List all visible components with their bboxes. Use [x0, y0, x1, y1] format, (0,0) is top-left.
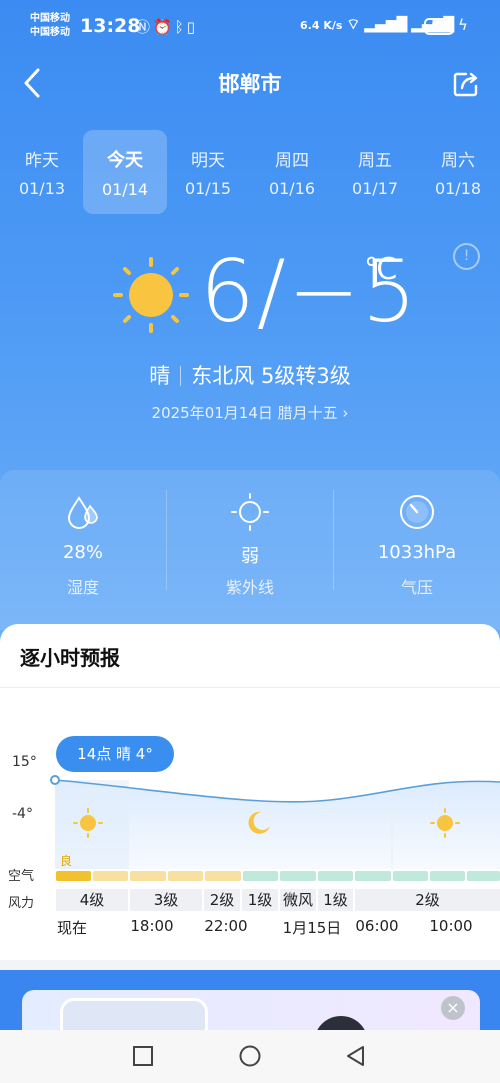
day-date: 01/14 — [101, 180, 149, 199]
pressure-label: 气压 — [400, 578, 433, 597]
tab-day-thu[interactable]: 周四 01/16 — [250, 130, 334, 214]
tab-day-tomorrow[interactable]: 明天 01/15 — [166, 130, 250, 214]
air-quality-label: 良 — [60, 854, 73, 868]
bluetooth-icon: ᛒ — [174, 18, 187, 36]
uv-icon — [231, 493, 269, 531]
day-date: 01/13 — [18, 179, 66, 198]
weather-text: 晴 — [149, 364, 171, 388]
day-date: 01/18 — [434, 179, 482, 198]
uv-label: 紫外线 — [225, 578, 274, 597]
system-navigation-bar — [0, 1030, 500, 1083]
day-name: 昨天 — [25, 151, 59, 171]
tab-day-fri[interactable]: 周五 01/17 — [333, 130, 417, 214]
info-icon[interactable]: ! — [453, 243, 480, 270]
air-quality-bar — [430, 871, 465, 881]
pressure-value: 1033hPa — [377, 542, 457, 563]
metric-humidity: 28% 湿度 — [0, 470, 166, 610]
net-speed: 6.4 K/s — [300, 19, 343, 32]
home-icon[interactable] — [238, 1044, 262, 1068]
time-label: 现在 — [56, 919, 87, 937]
wind-level-segment: 3级 — [130, 889, 204, 911]
card-title: 逐小时预报 — [20, 646, 120, 670]
air-quality-bar — [243, 871, 278, 881]
carrier-2: 中国移动 — [30, 27, 70, 38]
air-quality-bar — [355, 871, 391, 881]
wind-level-segment: 微风 — [280, 889, 318, 911]
wifi-icon: ⌔ — [346, 15, 361, 33]
back-nav-icon[interactable] — [344, 1044, 368, 1068]
vibrate-icon: ▯ — [186, 18, 198, 36]
sun-icon — [113, 257, 189, 333]
tab-day-yesterday[interactable]: 昨天 01/13 — [0, 130, 84, 214]
signal-icon: ▂▄▆█ — [364, 17, 408, 33]
carrier-1: 中国移动 — [30, 13, 70, 24]
hourly-forecast-card: 逐小时预报 15° -4° 14点 晴 4° 空气 风力 良 4级 3级 2级 … — [0, 624, 500, 960]
current-condition: 晴东北风 5级转3级 — [0, 360, 500, 390]
wind-level-segment: 2级 — [355, 889, 500, 911]
status-time: 13:28 — [80, 15, 141, 37]
air-quality-bar — [130, 871, 166, 881]
tab-day-sat[interactable]: 周六 01/18 — [416, 130, 500, 214]
wind-text: 东北风 5级转3级 — [191, 364, 351, 388]
tab-day-today[interactable]: 今天 01/14 — [83, 130, 167, 214]
air-quality-bar — [467, 871, 500, 881]
time-label: 22:00 — [204, 917, 248, 935]
divider — [0, 687, 500, 688]
section-gap — [0, 960, 500, 970]
temperature-unit: ℃ — [364, 252, 398, 287]
battery-level: 26 — [431, 20, 447, 33]
wind-level-segment: 2级 — [204, 889, 242, 911]
air-quality-bar — [93, 871, 128, 881]
day-name: 周六 — [441, 151, 475, 171]
hourly-temperature-chart[interactable] — [0, 764, 500, 884]
wind-label: 风力 — [8, 896, 35, 911]
wind-level-segment: 1级 — [242, 889, 280, 911]
share-icon[interactable] — [452, 70, 480, 98]
metric-uv: 弱 紫外线 — [167, 470, 333, 610]
air-quality-bar — [56, 871, 91, 881]
time-label: 06:00 — [355, 917, 399, 935]
air-quality-bar — [205, 871, 241, 881]
uv-value: 弱 — [241, 546, 259, 567]
day-name: 周五 — [358, 151, 392, 171]
carrier-label: 中国移动 中国移动 — [30, 12, 70, 40]
metric-pressure: 1033hPa 气压 — [334, 470, 500, 610]
day-name: 今天 — [107, 150, 143, 171]
humidity-value: 28% — [62, 542, 103, 563]
charging-icon: ϟ — [458, 16, 468, 34]
time-label: 10:00 — [429, 917, 473, 935]
wind-level-segment: 4级 — [56, 889, 130, 911]
nfc-icon: Ⓝ — [135, 18, 154, 36]
humidity-icon — [67, 496, 98, 529]
day-date: 01/17 — [351, 179, 399, 198]
humidity-label: 湿度 — [66, 578, 99, 597]
air-label: 空气 — [8, 869, 35, 884]
day-name: 周四 — [275, 151, 309, 171]
recent-apps-icon[interactable] — [131, 1044, 155, 1068]
metrics-panel: 28% 湿度 弱 紫外线 1033hPa 气压 — [0, 470, 500, 630]
status-icons: Ⓝ⏰ᛒ▯ — [135, 16, 198, 37]
date-lunar-link[interactable]: 2025年01月14日 腊月十五 › — [0, 402, 500, 423]
day-name: 明天 — [191, 151, 225, 171]
day-date: 01/15 — [184, 179, 232, 198]
air-quality-bar — [280, 871, 316, 881]
air-quality-bar — [168, 871, 203, 881]
close-icon[interactable]: × — [441, 996, 465, 1020]
day-tabs: 昨天 01/13 今天 01/14 明天 01/15 周四 01/16 周五 0… — [0, 130, 500, 216]
air-quality-bar — [393, 871, 428, 881]
pressure-icon — [400, 495, 434, 529]
day-date: 01/16 — [268, 179, 316, 198]
time-label: 1月15日 — [282, 919, 342, 937]
alarm-icon: ⏰ — [153, 18, 175, 36]
city-title[interactable]: 邯郸市 — [0, 68, 500, 98]
air-quality-bar — [318, 871, 353, 881]
divider — [180, 366, 182, 386]
wind-level-segment: 1级 — [318, 889, 355, 911]
status-bar: 中国移动 中国移动 13:28 Ⓝ⏰ᛒ▯ 6.4 K/s ⌔ ▂▄▆█ ▂▄▆█… — [0, 0, 500, 56]
time-label: 18:00 — [130, 917, 174, 935]
battery-icon: 26 — [424, 18, 454, 35]
selected-hour-tooltip: 14点 晴 4° — [56, 736, 174, 772]
